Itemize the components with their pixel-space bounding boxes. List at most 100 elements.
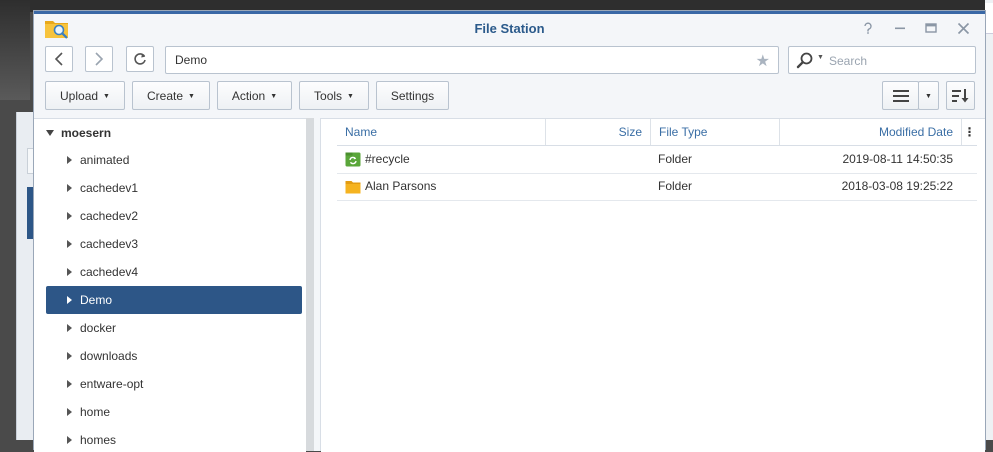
tree-item-cachedev2[interactable]: cachedev2 [46, 202, 302, 230]
search-input[interactable] [827, 50, 971, 72]
tree-root-label: moesern [61, 126, 112, 140]
tree-item-homes[interactable]: homes [46, 426, 302, 452]
caret-down-icon: ▼ [188, 92, 195, 100]
close-icon[interactable] [952, 18, 974, 40]
search-options-caret-icon[interactable]: ▼ [817, 54, 824, 61]
tree-item-label: docker [80, 321, 117, 335]
column-modified-date[interactable]: Modified Date [779, 119, 961, 145]
folder-icon [345, 181, 361, 194]
collapsed-arrow-icon[interactable] [67, 324, 72, 332]
collapsed-arrow-icon[interactable] [67, 240, 72, 248]
star-icon[interactable]: ★ [756, 51, 770, 71]
panel-splitter[interactable] [314, 118, 321, 451]
refresh-icon [134, 53, 146, 65]
search-icon[interactable] [796, 52, 814, 69]
background-window-right [985, 0, 993, 440]
minimize-icon [895, 27, 905, 30]
help-icon[interactable] [857, 18, 879, 40]
tree-item-animated[interactable]: animated [46, 146, 302, 174]
tools-button[interactable]: Tools ▼ [299, 81, 369, 110]
action-button[interactable]: Action ▼ [217, 81, 292, 110]
file-type: Folder [658, 152, 693, 166]
column-menu-icon[interactable]: ⋮ [961, 119, 977, 145]
tree-item-downloads[interactable]: downloads [46, 342, 302, 370]
tree-item-docker[interactable]: docker [46, 314, 302, 342]
file-list-header: Name Size File Type Modified Date ⋮ [337, 119, 977, 146]
upload-button-label: Upload [60, 88, 99, 103]
column-file-type[interactable]: File Type [650, 119, 779, 145]
minimize-icon[interactable] [889, 18, 911, 40]
file-row-recycle[interactable]: #recycle Folder 2019-08-11 14:50:35 [337, 146, 977, 174]
file-station-window: File Station Demo ★ ▼ Upload ▼ Create ▼ [33, 10, 986, 452]
folder-tree[interactable]: moesern animated cachedev1 cachedev2 cac… [34, 118, 306, 452]
file-modified: 2019-08-11 14:50:35 [842, 152, 953, 166]
tree-item-label: Demo [80, 293, 113, 307]
tree-item-label: cachedev4 [80, 265, 139, 279]
tools-button-label: Tools [314, 88, 343, 103]
collapsed-arrow-icon[interactable] [67, 436, 72, 444]
collapsed-arrow-icon[interactable] [67, 156, 72, 164]
caret-down-icon: ▼ [103, 92, 110, 100]
sort-icon [951, 88, 968, 102]
caret-down-icon: ▼ [925, 92, 932, 100]
list-view-icon [892, 89, 909, 102]
list-view-button[interactable] [882, 81, 919, 110]
window-title: File Station [474, 21, 545, 36]
chevron-left-icon [54, 52, 63, 66]
back-button[interactable] [45, 46, 73, 72]
collapsed-arrow-icon[interactable] [67, 352, 72, 360]
collapsed-arrow-icon[interactable] [67, 296, 72, 304]
search-box[interactable]: ▼ [788, 46, 976, 74]
file-name: Alan Parsons [365, 179, 437, 193]
tree-item-demo[interactable]: Demo [46, 286, 302, 314]
collapsed-arrow-icon[interactable] [67, 380, 72, 388]
collapsed-arrow-icon[interactable] [67, 268, 72, 276]
action-button-label: Action [231, 88, 266, 103]
path-bar[interactable]: Demo ★ [165, 46, 779, 74]
settings-button-label: Settings [390, 88, 435, 103]
file-row-alan-parsons[interactable]: Alan Parsons Folder 2018-03-08 19:25:22 [337, 173, 977, 201]
tree-item-entware-opt[interactable]: entware-opt [46, 370, 302, 398]
maximize-icon[interactable] [920, 18, 942, 40]
desktop-background-left [0, 0, 30, 100]
file-modified: 2018-03-08 19:25:22 [841, 179, 953, 193]
tree-item-cachedev3[interactable]: cachedev3 [46, 230, 302, 258]
expanded-arrow-icon[interactable] [46, 130, 54, 136]
background-window-element [985, 3, 993, 34]
maximize-icon [925, 23, 937, 33]
settings-button[interactable]: Settings [376, 81, 449, 110]
caret-down-icon: ▼ [347, 92, 354, 100]
tree-item-label: cachedev1 [80, 181, 139, 195]
create-button-label: Create [147, 88, 184, 103]
collapsed-arrow-icon[interactable] [67, 408, 72, 416]
column-name[interactable]: Name [345, 119, 545, 145]
file-name: #recycle [365, 152, 410, 166]
collapsed-arrow-icon[interactable] [67, 184, 72, 192]
column-size[interactable]: Size [545, 119, 650, 145]
title-bar[interactable]: File Station [34, 11, 985, 44]
tree-item-label: downloads [80, 349, 138, 363]
tree-item-label: entware-opt [80, 377, 144, 391]
recycle-folder-icon [345, 152, 361, 167]
tree-root[interactable]: moesern [46, 126, 111, 140]
sort-button[interactable] [946, 81, 975, 110]
tree-item-label: cachedev2 [80, 209, 139, 223]
create-button[interactable]: Create ▼ [132, 81, 210, 110]
tree-item-cachedev1[interactable]: cachedev1 [46, 174, 302, 202]
upload-button[interactable]: Upload ▼ [45, 81, 125, 110]
current-path: Demo [175, 53, 208, 67]
tree-item-cachedev4[interactable]: cachedev4 [46, 258, 302, 286]
forward-button[interactable] [85, 46, 113, 72]
tree-item-home[interactable]: home [46, 398, 302, 426]
tree-item-label: homes [80, 433, 117, 447]
tree-item-label: home [80, 405, 111, 419]
help-icon [864, 22, 872, 34]
tree-item-label: animated [80, 153, 130, 167]
view-options-button[interactable]: ▼ [918, 81, 939, 110]
tree-scrollbar[interactable] [306, 118, 314, 451]
file-type: Folder [658, 179, 693, 193]
collapsed-arrow-icon[interactable] [67, 212, 72, 220]
file-list[interactable]: Name Size File Type Modified Date ⋮ #rec… [321, 118, 985, 452]
refresh-button[interactable] [126, 46, 154, 72]
tree-item-label: cachedev3 [80, 237, 139, 251]
